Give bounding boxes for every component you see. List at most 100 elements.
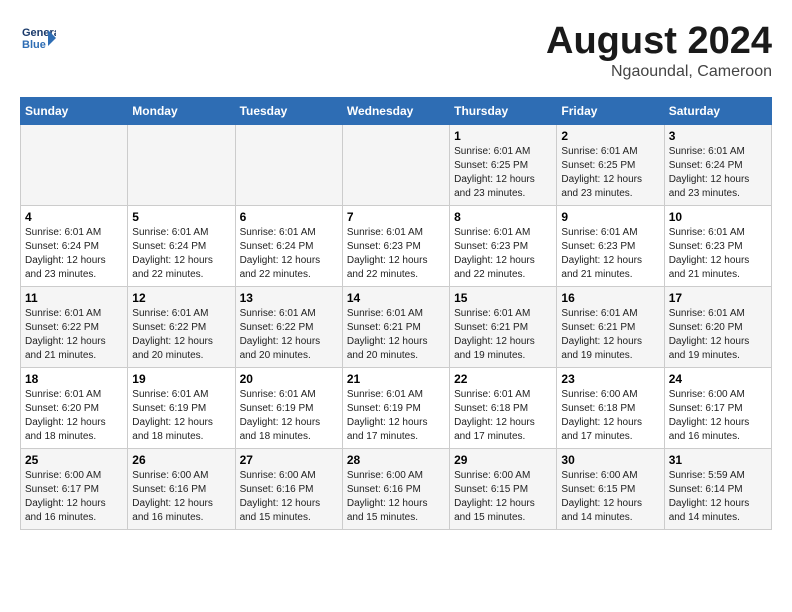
day-number: 8	[454, 210, 552, 224]
weekday-header-monday: Monday	[128, 98, 235, 125]
day-number: 16	[561, 291, 659, 305]
day-info: Sunrise: 6:00 AM Sunset: 6:15 PM Dayligh…	[454, 469, 552, 525]
day-info: Sunrise: 6:01 AM Sunset: 6:23 PM Dayligh…	[561, 226, 659, 282]
day-info: Sunrise: 6:01 AM Sunset: 6:25 PM Dayligh…	[561, 145, 659, 201]
calendar-day-cell: 26 Sunrise: 6:00 AM Sunset: 6:16 PM Dayli…	[128, 449, 235, 530]
calendar-day-cell: 21 Sunrise: 6:01 AM Sunset: 6:19 PM Dayli…	[342, 368, 449, 449]
calendar-day-cell: 27Sunrise: 6:00 AM Sunset: 6:16 PM Dayli…	[235, 449, 342, 530]
calendar-day-cell: 14Sunrise: 6:01 AM Sunset: 6:21 PM Dayli…	[342, 287, 449, 368]
day-number: 17	[669, 291, 767, 305]
day-number: 7	[347, 210, 445, 224]
svg-text:Blue: Blue	[22, 39, 46, 51]
day-number: 25	[25, 453, 123, 467]
day-info: Sunrise: 6:00 AM Sunset: 6:17 PM Dayligh…	[669, 388, 767, 444]
day-number: 20	[240, 372, 338, 386]
day-info: Sunrise: 6:01 AM Sunset: 6:19 PM Dayligh…	[240, 388, 338, 444]
weekday-header-wednesday: Wednesday	[342, 98, 449, 125]
calendar-day-cell: 17 Sunrise: 6:01 AM Sunset: 6:20 PM Dayli…	[664, 287, 771, 368]
calendar-day-cell: 2 Sunrise: 6:01 AM Sunset: 6:25 PM Daylig…	[557, 125, 664, 206]
calendar-day-cell: 18Sunrise: 6:01 AM Sunset: 6:20 PM Dayli…	[21, 368, 128, 449]
day-info: Sunrise: 6:01 AM Sunset: 6:23 PM Dayligh…	[669, 226, 767, 282]
day-info: Sunrise: 6:01 AM Sunset: 6:23 PM Dayligh…	[454, 226, 552, 282]
calendar-day-cell	[235, 125, 342, 206]
calendar-day-cell: 31Sunrise: 5:59 AM Sunset: 6:14 PM Dayli…	[664, 449, 771, 530]
day-number: 9	[561, 210, 659, 224]
calendar-day-cell: 22 Sunrise: 6:01 AM Sunset: 6:18 PM Dayli…	[450, 368, 557, 449]
calendar-day-cell	[128, 125, 235, 206]
day-info: Sunrise: 6:01 AM Sunset: 6:25 PM Dayligh…	[454, 145, 552, 201]
weekday-header-friday: Friday	[557, 98, 664, 125]
calendar-week-row: 25 Sunrise: 6:00 AM Sunset: 6:17 PM Dayli…	[21, 449, 772, 530]
title-area: August 2024 Ngaoundal, Cameroon	[546, 20, 772, 81]
calendar-day-cell: 19Sunrise: 6:01 AM Sunset: 6:19 PM Dayli…	[128, 368, 235, 449]
day-number: 3	[669, 129, 767, 143]
calendar-day-cell: 28 Sunrise: 6:00 AM Sunset: 6:16 PM Dayli…	[342, 449, 449, 530]
calendar-day-cell: 23Sunrise: 6:00 AM Sunset: 6:18 PM Dayli…	[557, 368, 664, 449]
calendar-day-cell: 15Sunrise: 6:01 AM Sunset: 6:21 PM Dayli…	[450, 287, 557, 368]
calendar-day-cell: 9 Sunrise: 6:01 AM Sunset: 6:23 PM Daylig…	[557, 206, 664, 287]
calendar-week-row: 11 Sunrise: 6:01 AM Sunset: 6:22 PM Dayli…	[21, 287, 772, 368]
calendar-day-cell: 8 Sunrise: 6:01 AM Sunset: 6:23 PM Daylig…	[450, 206, 557, 287]
day-number: 1	[454, 129, 552, 143]
calendar-day-cell: 16 Sunrise: 6:01 AM Sunset: 6:21 PM Dayli…	[557, 287, 664, 368]
day-number: 5	[132, 210, 230, 224]
calendar-week-row: 1 Sunrise: 6:01 AM Sunset: 6:25 PM Daylig…	[21, 125, 772, 206]
day-info: Sunrise: 6:00 AM Sunset: 6:16 PM Dayligh…	[132, 469, 230, 525]
day-info: Sunrise: 6:00 AM Sunset: 6:18 PM Dayligh…	[561, 388, 659, 444]
day-number: 6	[240, 210, 338, 224]
day-info: Sunrise: 6:01 AM Sunset: 6:21 PM Dayligh…	[561, 307, 659, 363]
day-info: Sunrise: 6:01 AM Sunset: 6:20 PM Dayligh…	[669, 307, 767, 363]
month-year-title: August 2024	[546, 20, 772, 63]
calendar-day-cell: 6 Sunrise: 6:01 AM Sunset: 6:24 PM Daylig…	[235, 206, 342, 287]
day-info: Sunrise: 6:00 AM Sunset: 6:16 PM Dayligh…	[347, 469, 445, 525]
calendar-day-cell: 30 Sunrise: 6:00 AM Sunset: 6:15 PM Dayli…	[557, 449, 664, 530]
calendar-day-cell: 13Sunrise: 6:01 AM Sunset: 6:22 PM Dayli…	[235, 287, 342, 368]
day-number: 30	[561, 453, 659, 467]
calendar-day-cell: 1 Sunrise: 6:01 AM Sunset: 6:25 PM Daylig…	[450, 125, 557, 206]
calendar-day-cell	[342, 125, 449, 206]
calendar-day-cell: 20 Sunrise: 6:01 AM Sunset: 6:19 PM Dayli…	[235, 368, 342, 449]
day-number: 26	[132, 453, 230, 467]
day-info: Sunrise: 6:01 AM Sunset: 6:21 PM Dayligh…	[347, 307, 445, 363]
weekday-header-row: SundayMondayTuesdayWednesdayThursdayFrid…	[21, 98, 772, 125]
calendar-day-cell: 29 Sunrise: 6:00 AM Sunset: 6:15 PM Dayli…	[450, 449, 557, 530]
weekday-header-tuesday: Tuesday	[235, 98, 342, 125]
calendar-week-row: 4 Sunrise: 6:01 AM Sunset: 6:24 PM Daylig…	[21, 206, 772, 287]
day-info: Sunrise: 6:01 AM Sunset: 6:22 PM Dayligh…	[25, 307, 123, 363]
calendar-week-row: 18Sunrise: 6:01 AM Sunset: 6:20 PM Dayli…	[21, 368, 772, 449]
day-number: 28	[347, 453, 445, 467]
day-info: Sunrise: 6:00 AM Sunset: 6:17 PM Dayligh…	[25, 469, 123, 525]
calendar-body: 1 Sunrise: 6:01 AM Sunset: 6:25 PM Daylig…	[21, 125, 772, 530]
day-number: 31	[669, 453, 767, 467]
day-number: 15	[454, 291, 552, 305]
day-info: Sunrise: 6:01 AM Sunset: 6:19 PM Dayligh…	[347, 388, 445, 444]
day-number: 12	[132, 291, 230, 305]
weekday-header-sunday: Sunday	[21, 98, 128, 125]
calendar-day-cell: 12 Sunrise: 6:01 AM Sunset: 6:22 PM Dayli…	[128, 287, 235, 368]
day-number: 29	[454, 453, 552, 467]
day-info: Sunrise: 6:00 AM Sunset: 6:16 PM Dayligh…	[240, 469, 338, 525]
day-info: Sunrise: 6:01 AM Sunset: 6:22 PM Dayligh…	[132, 307, 230, 363]
day-info: Sunrise: 6:01 AM Sunset: 6:24 PM Dayligh…	[240, 226, 338, 282]
calendar-day-cell: 5Sunrise: 6:01 AM Sunset: 6:24 PM Daylig…	[128, 206, 235, 287]
calendar-table: SundayMondayTuesdayWednesdayThursdayFrid…	[20, 97, 772, 530]
calendar-day-cell: 10 Sunrise: 6:01 AM Sunset: 6:23 PM Dayli…	[664, 206, 771, 287]
calendar-day-cell: 7Sunrise: 6:01 AM Sunset: 6:23 PM Daylig…	[342, 206, 449, 287]
day-info: Sunrise: 6:01 AM Sunset: 6:24 PM Dayligh…	[669, 145, 767, 201]
day-number: 21	[347, 372, 445, 386]
calendar-day-cell: 11 Sunrise: 6:01 AM Sunset: 6:22 PM Dayli…	[21, 287, 128, 368]
weekday-header-saturday: Saturday	[664, 98, 771, 125]
day-number: 4	[25, 210, 123, 224]
day-number: 2	[561, 129, 659, 143]
day-info: Sunrise: 6:00 AM Sunset: 6:15 PM Dayligh…	[561, 469, 659, 525]
day-number: 13	[240, 291, 338, 305]
day-info: Sunrise: 6:01 AM Sunset: 6:18 PM Dayligh…	[454, 388, 552, 444]
day-info: Sunrise: 6:01 AM Sunset: 6:24 PM Dayligh…	[25, 226, 123, 282]
day-number: 10	[669, 210, 767, 224]
day-number: 11	[25, 291, 123, 305]
calendar-day-cell: 25 Sunrise: 6:00 AM Sunset: 6:17 PM Dayli…	[21, 449, 128, 530]
calendar-day-cell: 24Sunrise: 6:00 AM Sunset: 6:17 PM Dayli…	[664, 368, 771, 449]
location-subtitle: Ngaoundal, Cameroon	[546, 63, 772, 81]
day-info: Sunrise: 6:01 AM Sunset: 6:20 PM Dayligh…	[25, 388, 123, 444]
day-number: 22	[454, 372, 552, 386]
